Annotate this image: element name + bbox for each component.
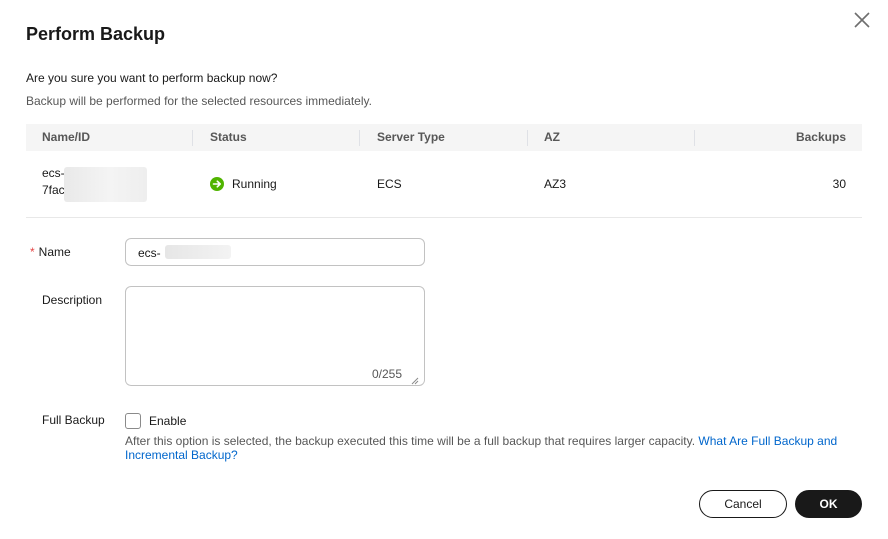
resource-id: 7fac <box>42 183 65 197</box>
resources-table: Name/ID Status Server Type AZ Backups ec… <box>26 124 862 218</box>
ok-button[interactable]: OK <box>795 490 862 518</box>
backups-cell: 30 <box>832 177 846 191</box>
perform-backup-dialog: Perform Backup Are you sure you want to … <box>0 0 888 539</box>
dialog-title: Perform Backup <box>26 24 166 44</box>
cancel-button[interactable]: Cancel <box>699 490 787 518</box>
description-label: Description <box>42 293 103 307</box>
required-mark: * <box>30 245 35 259</box>
column-divider <box>527 130 528 146</box>
name-label-text: Name <box>38 245 71 259</box>
column-divider <box>359 130 360 146</box>
column-divider <box>694 130 695 146</box>
server-type-cell: ECS <box>377 177 402 191</box>
resize-handle-icon[interactable] <box>411 372 419 385</box>
name-input[interactable]: ecs- <box>125 238 425 266</box>
full-backup-label: Full Backup <box>42 413 105 427</box>
confirm-text: Are you sure you want to perform backup … <box>26 71 278 85</box>
full-backup-help: After this option is selected, the backu… <box>125 434 855 462</box>
enable-full-backup-checkbox[interactable] <box>125 413 141 429</box>
header-server-type[interactable]: Server Type <box>377 124 445 151</box>
sub-text: Backup will be performed for the selecte… <box>26 94 372 108</box>
status-text: Running <box>232 177 277 191</box>
header-az[interactable]: AZ <box>544 124 560 151</box>
description-textarea[interactable]: 0/255 <box>125 286 425 386</box>
enable-label[interactable]: Enable <box>149 414 186 428</box>
header-status[interactable]: Status <box>210 124 247 151</box>
name-input-value: ecs- <box>138 246 161 260</box>
name-id-cell: ecs- 7fac <box>42 165 65 199</box>
header-name-id[interactable]: Name/ID <box>42 124 90 151</box>
redacted-input-value <box>165 245 231 259</box>
running-status-icon <box>210 177 224 191</box>
az-cell: AZ3 <box>544 177 567 191</box>
column-divider <box>192 130 193 146</box>
status-cell: Running <box>210 177 277 191</box>
close-icon[interactable] <box>851 9 873 31</box>
table-header: Name/ID Status Server Type AZ Backups <box>26 124 862 151</box>
header-backups[interactable]: Backups <box>796 124 846 151</box>
character-counter: 0/255 <box>371 367 402 381</box>
resource-name: ecs- <box>42 166 65 180</box>
name-label: * Name <box>30 245 71 259</box>
table-row: ecs- 7fac Running ECS AZ3 30 <box>26 151 862 218</box>
help-text: After this option is selected, the backu… <box>125 434 696 448</box>
redacted-name <box>64 167 147 202</box>
